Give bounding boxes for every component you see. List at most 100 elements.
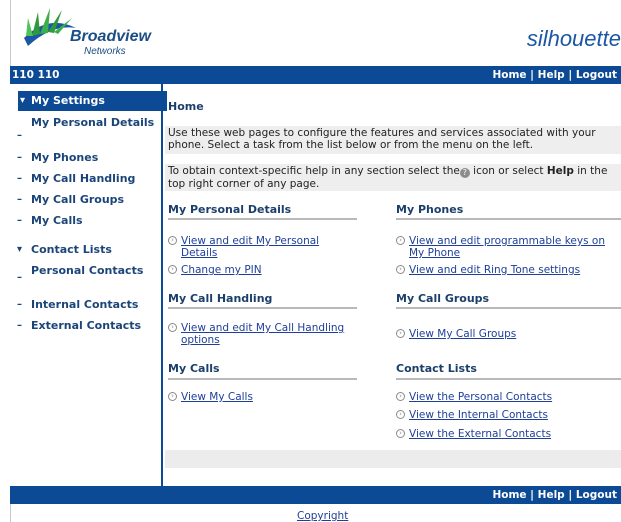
link-text: View and edit My Personal Details — [181, 235, 320, 259]
section-divider — [168, 307, 357, 309]
logo-name: Broadview — [70, 28, 151, 45]
dash-icon: – — [17, 152, 22, 163]
sidebar-item-label: My Settings — [31, 94, 105, 107]
section-title: My Calls — [168, 362, 220, 375]
section-title: My Personal Details — [168, 203, 292, 216]
intro-text: Use these web pages to configure the fea… — [165, 126, 621, 154]
link-text: View My Calls — [181, 391, 253, 403]
sidebar: ▾ My Settings – My Personal Details – My… — [10, 84, 167, 486]
sidebar-item-internal-contacts[interactable]: – Internal Contacts — [10, 299, 161, 311]
link-text: View and edit My Call Handling options — [181, 322, 345, 346]
link-call-handling-options[interactable]: › View and edit My Call Handling options — [168, 322, 358, 346]
sidebar-item-my-phones[interactable]: – My Phones — [10, 152, 161, 164]
dash-icon: – — [17, 320, 22, 331]
dash-icon: – — [17, 130, 22, 141]
sidebar-item-label: Internal Contacts — [31, 298, 139, 311]
sidebar-item-my-settings[interactable]: ▾ My Settings — [18, 91, 167, 111]
sun-swoosh-icon — [24, 8, 76, 46]
help-text-mid: icon or select — [469, 165, 547, 177]
link-internal-contacts[interactable]: › View the Internal Contacts — [396, 409, 621, 421]
link-view-personal-details[interactable]: › View and edit My Personal Details — [168, 235, 358, 259]
section-title: My Call Handling — [168, 292, 273, 305]
sidebar-item-label: Contact Lists — [31, 243, 112, 256]
dash-icon: – — [17, 272, 22, 283]
arrow-circle-icon: › — [396, 329, 405, 338]
arrow-circle-icon: › — [396, 392, 405, 401]
help-instructions: To obtain context-specific help in any s… — [165, 164, 621, 191]
link-ring-tone-settings[interactable]: › View and edit Ring Tone settings — [396, 264, 621, 276]
product-brand: silhouette — [526, 26, 621, 51]
logo-subtitle: Networks — [84, 46, 126, 57]
top-help-link[interactable]: Help — [538, 69, 565, 81]
arrow-circle-icon: › — [168, 392, 177, 401]
link-text: View My Call Groups — [409, 328, 517, 340]
top-nav-bar: 110 110 Home | Help | Logout — [10, 66, 621, 84]
link-text: View the Personal Contacts — [409, 391, 553, 403]
sidebar-item-label: My Calls — [31, 214, 83, 227]
main-content: Home Use these web pages to configure th… — [165, 84, 621, 486]
sidebar-item-external-contacts[interactable]: – External Contacts — [10, 320, 161, 332]
arrow-circle-icon: › — [168, 323, 177, 332]
link-view-call-groups[interactable]: › View My Call Groups — [396, 328, 621, 340]
arrow-circle-icon: › — [168, 265, 177, 274]
sidebar-item-my-personal-details[interactable]: – My Personal Details — [10, 117, 161, 143]
copyright-link[interactable]: Copyright — [297, 510, 348, 522]
section-title: Contact Lists — [396, 362, 477, 375]
top-links: Home | Help | Logout — [492, 66, 617, 84]
bottom-links: Home | Help | Logout — [492, 486, 617, 504]
link-change-pin[interactable]: › Change my PIN — [168, 264, 358, 276]
link-text: View and edit programmable keys on My Ph… — [409, 235, 605, 259]
link-personal-contacts[interactable]: › View the Personal Contacts — [396, 391, 621, 403]
chevron-down-icon: ▾ — [17, 244, 23, 255]
link-text: View the Internal Contacts — [409, 409, 548, 421]
breadcrumb: Home — [168, 100, 204, 113]
link-programmable-keys[interactable]: › View and edit programmable keys on My … — [396, 235, 621, 259]
help-text-pre: To obtain context-specific help in any s… — [168, 165, 460, 177]
sidebar-item-label: My Personal Details — [31, 116, 155, 129]
chevron-down-icon: ▾ — [20, 95, 26, 106]
sidebar-item-contact-lists[interactable]: ▾ Contact Lists — [10, 244, 161, 256]
separator: | — [568, 69, 573, 81]
separator: | — [568, 489, 573, 501]
arrow-circle-icon: › — [396, 410, 405, 419]
bottom-help-link[interactable]: Help — [538, 489, 565, 501]
top-home-link[interactable]: Home — [492, 69, 526, 81]
section-divider — [396, 307, 621, 309]
section-divider — [168, 378, 357, 380]
sidebar-item-label: My Call Handling — [31, 172, 136, 185]
sidebar-item-my-call-groups[interactable]: – My Call Groups — [10, 194, 161, 206]
arrow-circle-icon: › — [396, 265, 405, 274]
bottom-logout-link[interactable]: Logout — [576, 489, 617, 501]
sidebar-item-my-calls[interactable]: – My Calls — [10, 215, 161, 227]
bottom-nav-bar: Home | Help | Logout — [10, 486, 621, 504]
sidebar-item-label: Personal Contacts — [31, 264, 144, 277]
content-footer-band — [165, 450, 621, 468]
section-title: My Call Groups — [396, 292, 490, 305]
user-id: 110 110 — [12, 69, 60, 81]
separator: | — [530, 489, 535, 501]
sidebar-item-personal-contacts[interactable]: – Personal Contacts — [10, 265, 161, 291]
link-text: View the External Contacts — [409, 428, 552, 440]
link-text: Change my PIN — [181, 264, 262, 276]
bottom-home-link[interactable]: Home — [492, 489, 526, 501]
help-icon: ? — [459, 168, 470, 178]
sidebar-item-label: My Call Groups — [31, 193, 125, 206]
sidebar-item-label: External Contacts — [31, 319, 142, 332]
separator: | — [530, 69, 535, 81]
dash-icon: – — [17, 194, 22, 205]
sidebar-item-label: My Phones — [31, 151, 99, 164]
dash-icon: – — [17, 173, 22, 184]
section-title: My Phones — [396, 203, 464, 216]
arrow-circle-icon: › — [168, 236, 177, 245]
link-view-my-calls[interactable]: › View My Calls — [168, 391, 358, 403]
top-logout-link[interactable]: Logout — [576, 69, 617, 81]
link-text: View and edit Ring Tone settings — [409, 264, 581, 276]
dash-icon: – — [17, 215, 22, 226]
arrow-circle-icon: › — [396, 429, 405, 438]
sidebar-item-my-call-handling[interactable]: – My Call Handling — [10, 173, 161, 185]
dash-icon: – — [17, 299, 22, 310]
help-text-bold: Help — [546, 165, 574, 177]
section-divider — [168, 218, 357, 220]
section-divider — [396, 378, 621, 380]
link-external-contacts[interactable]: › View the External Contacts — [396, 428, 621, 440]
